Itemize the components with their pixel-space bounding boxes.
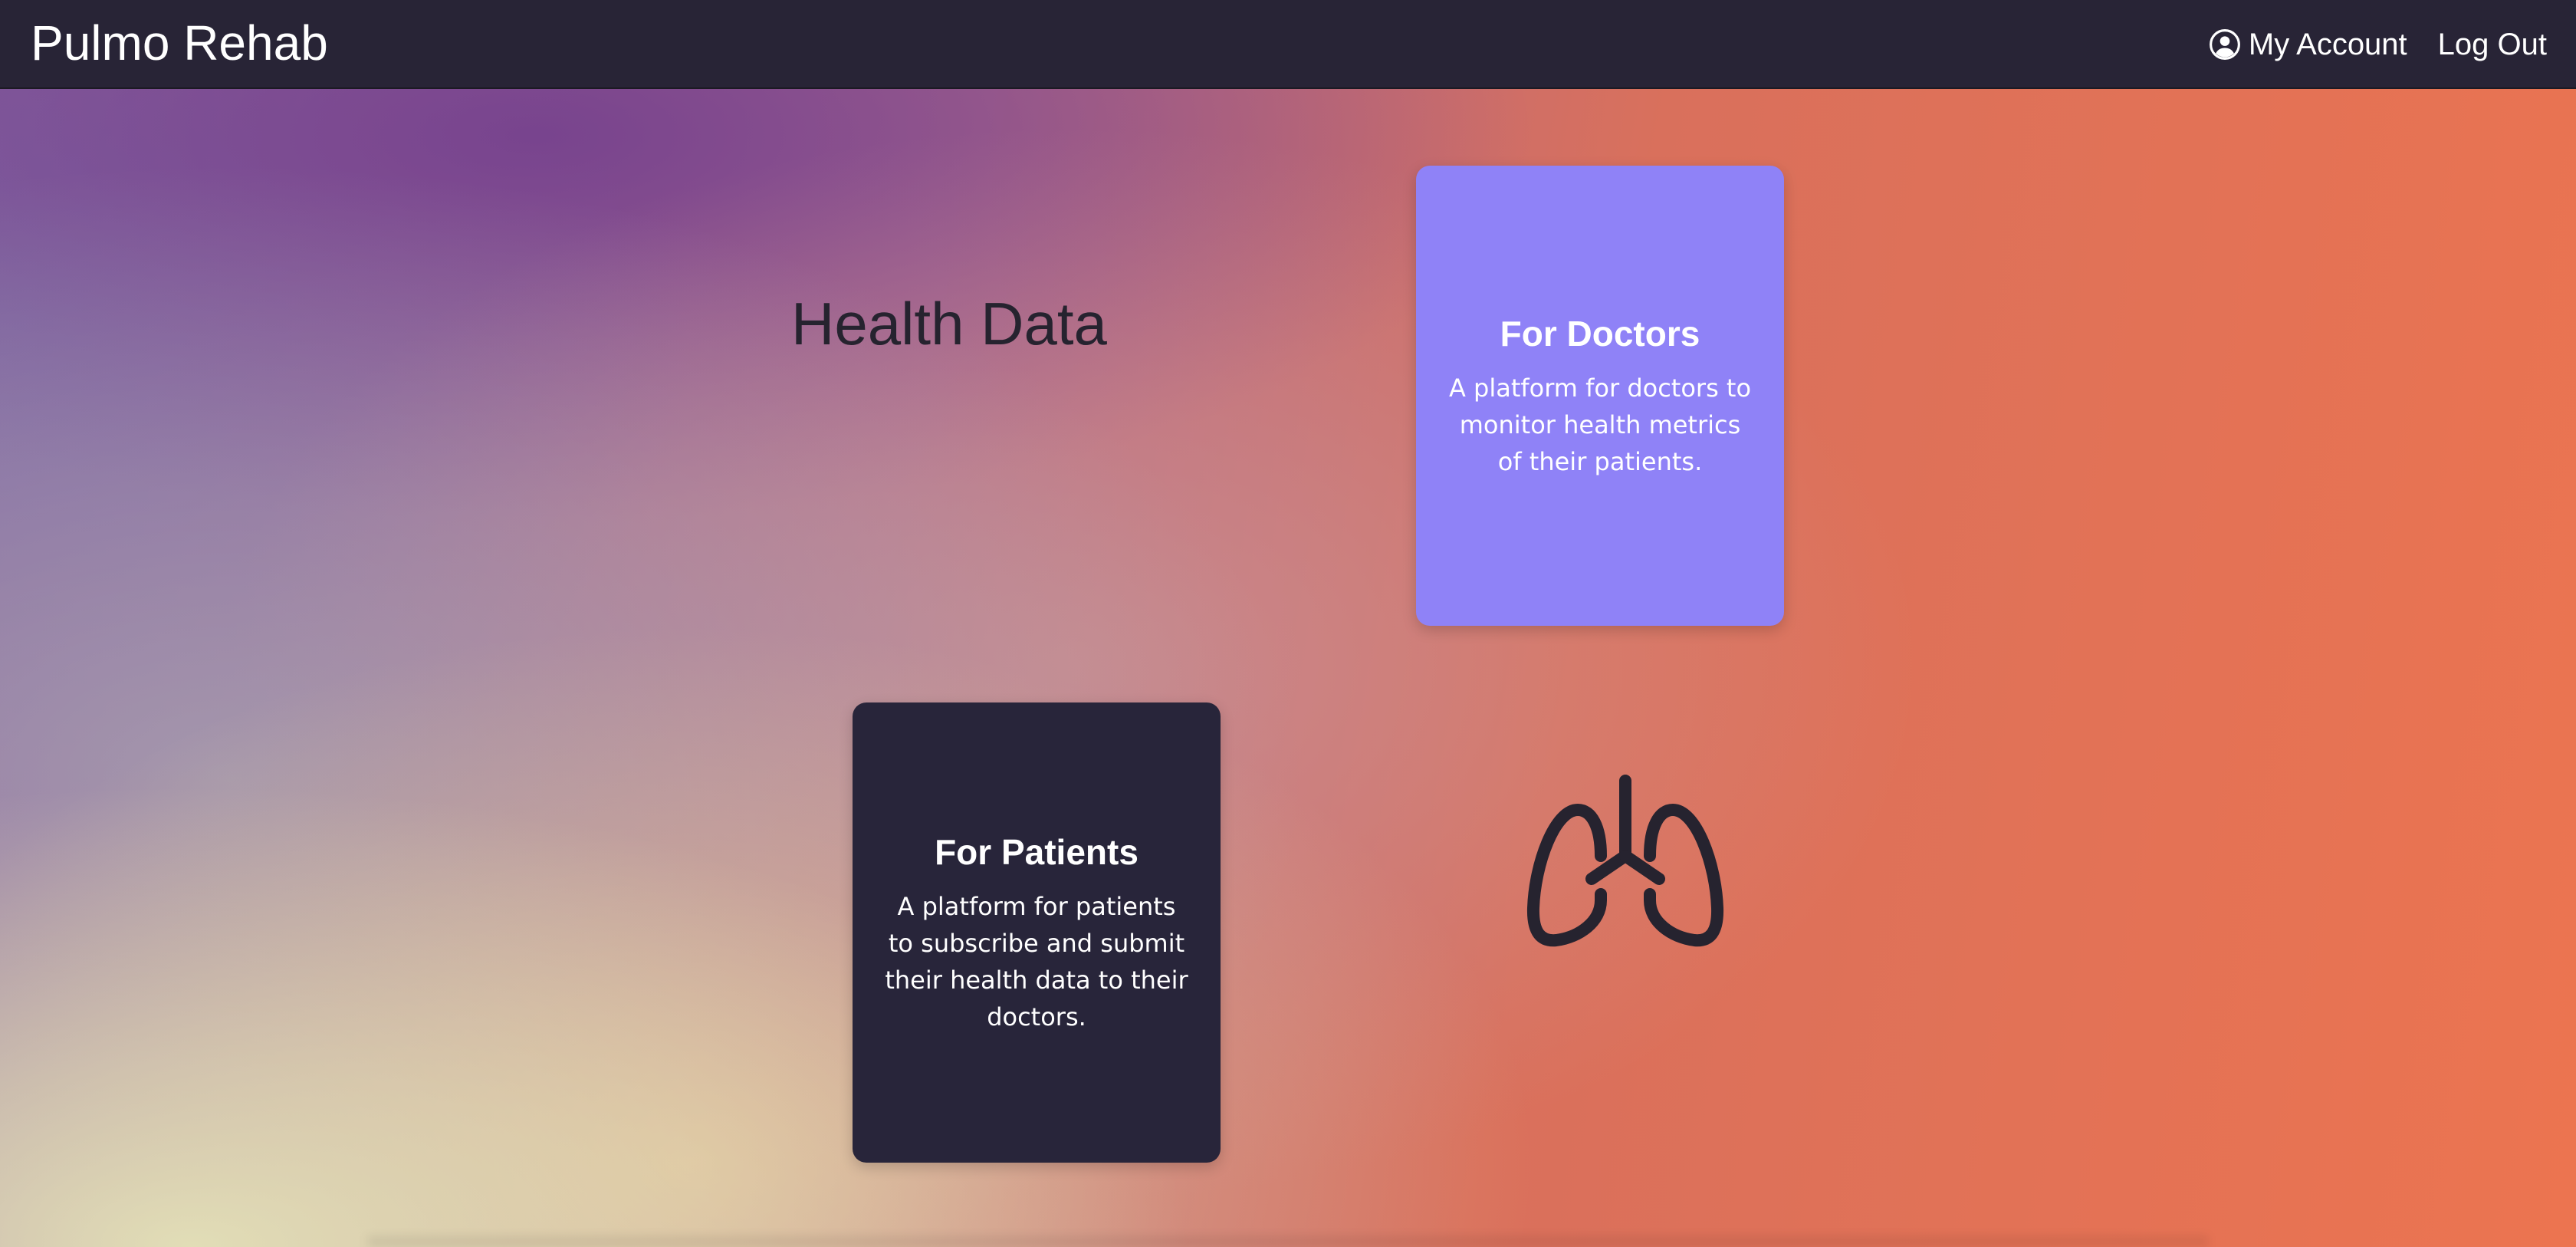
for-patients-title: For Patients xyxy=(935,832,1138,872)
for-patients-card[interactable]: For Patients A platform for patients to … xyxy=(853,702,1221,1163)
hero-section: Health Data For Doctors A platform for d… xyxy=(0,89,2576,1247)
lungs-icon xyxy=(1526,775,1724,947)
bottom-edge-shadow xyxy=(368,1236,2208,1247)
user-circle-icon xyxy=(2209,29,2240,60)
logout-link[interactable]: Log Out xyxy=(2438,25,2547,64)
navbar-links: My Account Log Out xyxy=(2209,25,2547,64)
page-title: Health Data xyxy=(791,290,1107,357)
for-doctors-description: A platform for doctors to monitor health… xyxy=(1448,373,1752,476)
top-navbar: Pulmo Rehab My Account Log Out xyxy=(0,0,2576,89)
for-doctors-card[interactable]: For Doctors A platform for doctors to mo… xyxy=(1416,166,1784,626)
my-account-label: My Account xyxy=(2248,28,2407,61)
logout-label: Log Out xyxy=(2437,28,2547,61)
my-account-link[interactable]: My Account xyxy=(2209,25,2407,64)
for-doctors-title: For Doctors xyxy=(1500,314,1700,354)
brand-logo[interactable]: Pulmo Rehab xyxy=(31,14,328,72)
for-patients-description: A platform for patients to subscribe and… xyxy=(885,892,1188,1031)
